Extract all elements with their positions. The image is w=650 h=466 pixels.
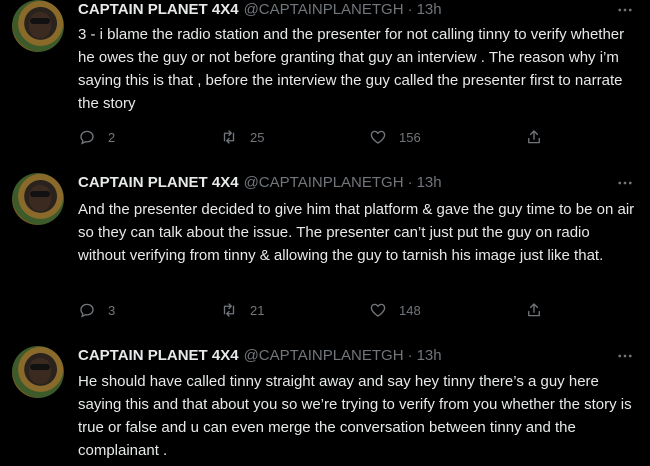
retweet-button[interactable]: 21	[220, 300, 264, 320]
display-name[interactable]: CAPTAIN PLANET 4X4	[78, 346, 239, 366]
tweet-header: CAPTAIN PLANET 4X4 @CAPTAINPLANETGH · 13…	[78, 0, 442, 20]
tweet-text: He should have called tinny straight awa…	[78, 373, 632, 459]
display-name[interactable]: CAPTAIN PLANET 4X4	[78, 173, 239, 193]
retweet-count: 25	[250, 129, 265, 145]
separator: ·	[407, 174, 413, 191]
tweet-header: CAPTAIN PLANET 4X4 @CAPTAINPLANETGH · 13…	[78, 346, 442, 366]
timestamp[interactable]: 13h	[417, 346, 442, 366]
share-icon	[528, 130, 540, 144]
heart-icon	[370, 303, 386, 317]
separator: ·	[407, 1, 413, 18]
reply-count: 3	[108, 302, 116, 318]
tweet-text: And the presenter decided to give him th…	[78, 201, 635, 264]
retweet-icon	[223, 303, 235, 317]
retweet-icon	[223, 130, 235, 144]
avatar[interactable]	[12, 0, 64, 52]
display-name[interactable]: CAPTAIN PLANET 4X4	[78, 0, 239, 20]
avatar[interactable]	[12, 346, 64, 398]
share-button[interactable]	[525, 127, 543, 147]
like-button[interactable]: 148	[369, 300, 421, 320]
like-count: 148	[399, 302, 421, 318]
timestamp[interactable]: 13h	[417, 173, 442, 193]
user-handle[interactable]: @CAPTAINPLANETGH	[244, 346, 404, 366]
share-button[interactable]	[525, 300, 543, 320]
separator: ·	[407, 347, 413, 364]
timestamp[interactable]: 13h	[417, 0, 442, 20]
tweet-header: CAPTAIN PLANET 4X4 @CAPTAINPLANETGH · 13…	[78, 173, 442, 193]
like-count: 156	[399, 129, 421, 145]
user-handle[interactable]: @CAPTAINPLANETGH	[244, 0, 404, 20]
reply-button[interactable]: 2	[78, 127, 115, 147]
reply-icon	[80, 303, 94, 318]
tweet[interactable]: CAPTAIN PLANET 4X4 @CAPTAINPLANETGH · 13…	[0, 173, 650, 343]
more-icon[interactable]	[614, 346, 636, 366]
tweet[interactable]: CAPTAIN PLANET 4X4 @CAPTAINPLANETGH · 13…	[0, 346, 650, 466]
user-handle[interactable]: @CAPTAINPLANETGH	[244, 173, 404, 193]
reply-count: 2	[108, 129, 116, 145]
share-icon	[528, 303, 540, 317]
retweet-count: 21	[250, 302, 265, 318]
more-icon[interactable]	[614, 173, 636, 193]
heart-icon	[370, 130, 386, 144]
avatar[interactable]	[12, 173, 64, 225]
tweet-text: 3 - i blame the radio station and the pr…	[78, 26, 625, 112]
like-button[interactable]: 156	[369, 127, 421, 147]
more-icon[interactable]	[614, 0, 636, 20]
retweet-button[interactable]: 25	[220, 127, 264, 147]
reply-button[interactable]: 3	[78, 300, 115, 320]
tweet[interactable]: CAPTAIN PLANET 4X4 @CAPTAINPLANETGH · 13…	[0, 0, 650, 170]
reply-icon	[80, 130, 94, 145]
